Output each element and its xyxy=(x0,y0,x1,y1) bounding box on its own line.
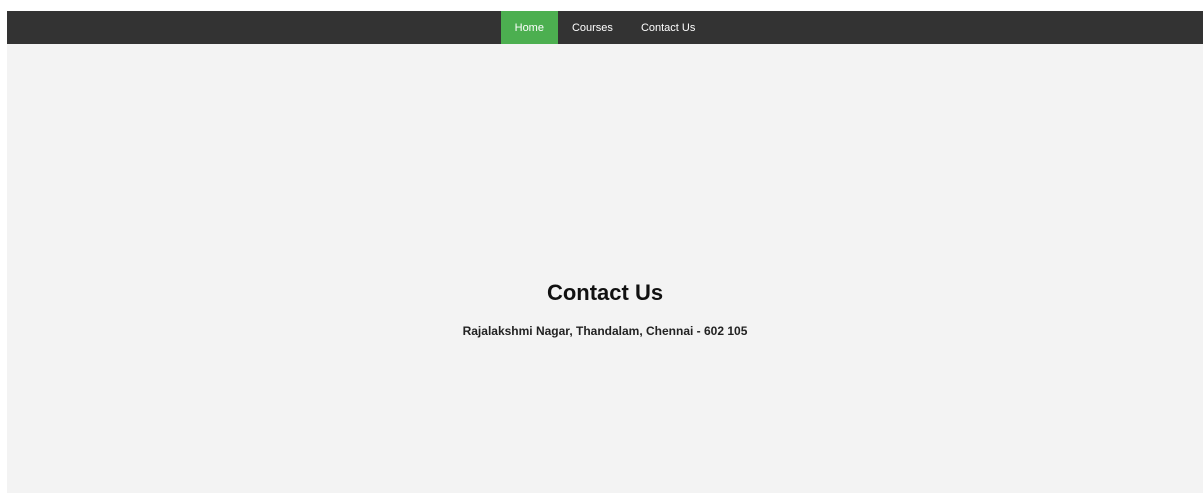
nav-item-contact-us[interactable]: Contact Us xyxy=(627,11,709,44)
contact-address: Rajalakshmi Nagar, Thandalam, Chennai - … xyxy=(462,324,748,338)
page-title: Contact Us xyxy=(546,280,664,305)
page-container: Home Courses Contact Us Contact Us Rajal… xyxy=(7,11,1203,493)
nav-item-courses[interactable]: Courses xyxy=(558,11,627,44)
main-content: Contact Us Rajalakshmi Nagar, Thandalam,… xyxy=(7,44,1203,493)
nav-links: Home Courses Contact Us xyxy=(500,11,710,44)
nav-item-home[interactable]: Home xyxy=(500,11,558,44)
top-navbar: Home Courses Contact Us xyxy=(7,11,1203,44)
